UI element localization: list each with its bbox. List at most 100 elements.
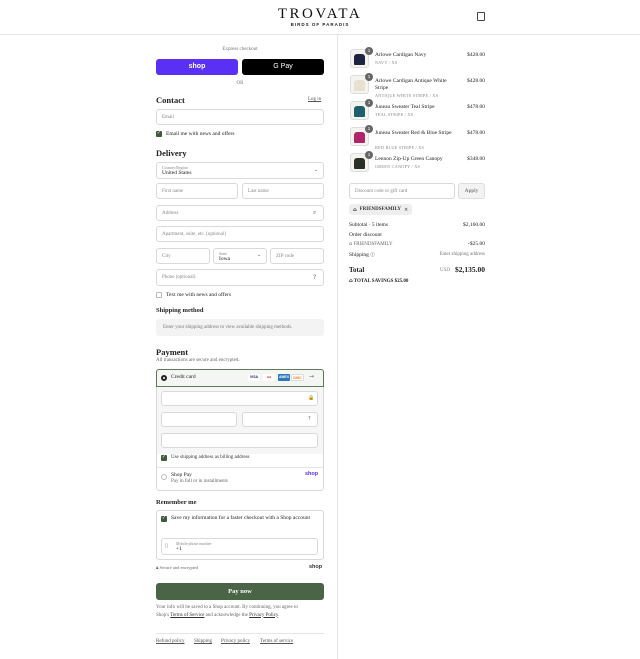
disclaimer-post: . <box>278 612 280 618</box>
shipping-label: Shipping ⓘ <box>349 252 375 258</box>
brand-tagline: BIRDS OF PARADIS <box>290 22 350 27</box>
quantity-badge: 1 <box>365 151 373 159</box>
shop-pay-button[interactable]: shop <box>156 59 238 75</box>
news-checkbox[interactable]: ✓ <box>156 131 162 137</box>
product-price: $348.00 <box>467 156 485 162</box>
shipping-label-text: Shipping <box>349 252 369 258</box>
product-name: Juneau Sweater Teal Stripe <box>375 104 435 110</box>
shipping-value: Enter shipping address <box>439 252 485 257</box>
mobile-phone-input[interactable]: Mobile phone number +1 <box>161 538 318 555</box>
product-variant: ANTIQUE WHITE STRIPE / XS <box>375 93 439 98</box>
total-value: $2,135.00 <box>455 265 485 274</box>
shop-pay-radio[interactable] <box>161 474 167 480</box>
save-info-checkbox[interactable]: ✓ <box>161 516 167 522</box>
product-price: $478.00 <box>467 104 485 110</box>
product-name: Juneau Sweater Red & Blue Stripe <box>375 130 452 136</box>
shipping-method-heading: Shipping method <box>156 307 204 314</box>
payment-divider <box>157 467 323 468</box>
news-label: Email me with news and offers <box>166 131 235 137</box>
country-value: United States <box>162 170 192 176</box>
mastercard-icon: ●● <box>263 374 275 381</box>
order-discount-label: Order discount <box>349 232 382 238</box>
shop-logo: shop <box>309 564 323 570</box>
country-select[interactable]: Country/Region United States <box>156 162 324 179</box>
payment-heading: Payment <box>156 347 189 357</box>
chevron-down-icon: ⌄ <box>314 168 319 173</box>
total-savings-value: $25.00 <box>394 279 409 284</box>
terms-of-service-link[interactable]: Terms of service <box>260 639 293 644</box>
credit-card-radio[interactable] <box>161 375 167 381</box>
privacy-link[interactable]: Privacy Policy <box>249 613 278 618</box>
subtotal-value: $2,160.00 <box>463 222 485 228</box>
shopping-bag-icon[interactable] <box>477 12 485 21</box>
brand-logo[interactable]: TROVATA <box>0 6 640 23</box>
help-icon[interactable]: ⓘ <box>370 253 375 258</box>
card-number-input[interactable] <box>161 391 318 406</box>
product-variant: RED BLUE STRIPE / XS <box>375 145 425 150</box>
product-image <box>354 106 365 117</box>
shop-pay-label: Shop Pay <box>171 472 192 478</box>
product-image <box>354 132 365 143</box>
product-name: Arlowe Cardigan Antique White Stripe <box>375 78 447 91</box>
help-icon[interactable]: ? <box>308 416 311 422</box>
phone-icon: ▯ <box>165 543 168 549</box>
product-image <box>354 54 365 65</box>
help-icon[interactable]: ? <box>313 274 316 281</box>
phone-input[interactable]: Phone (optional) <box>156 269 324 286</box>
total-label: Total <box>349 266 365 274</box>
apply-button[interactable]: Apply <box>458 183 485 199</box>
google-pay-button[interactable]: G Pay <box>242 59 324 75</box>
remove-discount-icon[interactable]: × <box>404 207 408 213</box>
order-discount-code-text: FRIENDSFAMILY <box>353 242 393 247</box>
total-savings-label: TOTAL SAVINGS <box>353 279 394 284</box>
text-label: Text me with news and offers <box>166 292 232 298</box>
shipping-link[interactable]: Shipping <box>194 639 212 644</box>
total-savings: ⌂ TOTAL SAVINGS $25.00 <box>349 278 408 284</box>
quantity-badge: 1 <box>365 73 373 81</box>
chevron-down-icon: ⌄ <box>257 253 262 258</box>
login-link[interactable]: Log in <box>308 97 321 102</box>
product-variant: TEAL STRIPE / XS <box>375 112 414 117</box>
product-image <box>354 158 365 169</box>
terms-link[interactable]: Terms of Service <box>170 613 204 618</box>
discount-chip-code: FRIENDSFAMILY <box>359 207 401 212</box>
discover-icon: DISC <box>291 374 304 381</box>
first-name-input[interactable]: First name <box>156 183 238 199</box>
email-input[interactable]: Email <box>156 109 324 125</box>
search-icon: ⌕ <box>313 209 317 216</box>
contact-heading: Contact <box>156 95 185 105</box>
discount-chip: ⌂ FRIENDSFAMILY × <box>349 204 413 215</box>
expiration-input[interactable] <box>161 412 237 427</box>
discount-code-input[interactable]: Discount code or gift card <box>349 183 455 199</box>
privacy-policy-link[interactable]: Privacy policy <box>221 639 250 644</box>
tag-icon: ⌂ <box>349 241 353 247</box>
address-input[interactable]: Address <box>156 205 324 221</box>
text-checkbox[interactable] <box>156 292 162 298</box>
product-name: Lennon Zip-Up Green Canopy <box>375 156 443 162</box>
or-divider: OR <box>236 81 244 86</box>
save-info-label: Save my information for a faster checkou… <box>171 515 310 521</box>
delivery-heading: Delivery <box>156 148 187 158</box>
footer-divider <box>156 633 324 634</box>
billing-checkbox[interactable]: ✓ <box>161 455 167 461</box>
currency-label: USD <box>440 268 451 273</box>
name-on-card-input[interactable] <box>161 433 318 448</box>
shop-pay-sublabel: Pay in full or in installments <box>171 479 228 484</box>
apartment-input[interactable]: Apartment, suite, etc. (optional) <box>156 226 324 242</box>
city-input[interactable]: City <box>156 248 210 264</box>
pay-now-button[interactable]: Pay now <box>156 583 324 600</box>
product-name: Arlowe Cardigan Navy <box>375 52 427 58</box>
disclaimer-text: Your info will be saved to a Shop accoun… <box>156 604 326 619</box>
quantity-badge: 1 <box>365 47 373 55</box>
lock-icon: 🔒 <box>308 395 315 401</box>
last-name-input[interactable]: Last name <box>242 183 324 199</box>
zip-input[interactable]: ZIP code <box>270 248 324 264</box>
mobile-value: +1 <box>176 546 182 552</box>
security-code-input[interactable] <box>242 412 318 427</box>
order-summary-panel <box>338 35 640 659</box>
product-price: $428.00 <box>467 78 485 84</box>
column-divider <box>337 35 338 659</box>
product-image <box>354 80 365 91</box>
refund-policy-link[interactable]: Refund policy <box>156 639 184 644</box>
secure-text: Secure and encrypted <box>159 565 199 570</box>
